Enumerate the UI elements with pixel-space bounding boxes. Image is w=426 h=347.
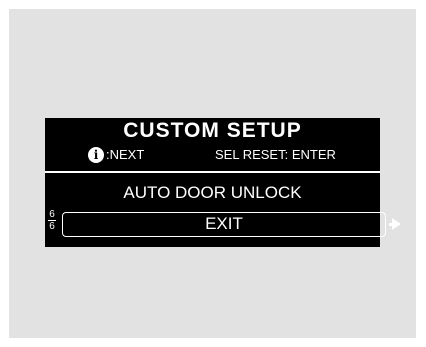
divider — [45, 171, 380, 173]
lcd-screen: CUSTOM SETUP i :NEXT SEL RESET: ENTER AU… — [45, 118, 401, 247]
menu-option-exit[interactable]: EXIT — [62, 212, 386, 237]
screen-title: CUSTOM SETUP — [123, 119, 302, 142]
menu-option-auto-door-unlock[interactable]: AUTO DOOR UNLOCK — [45, 182, 380, 204]
page-indicator: 6 6 — [47, 209, 57, 232]
arrow-right-icon — [392, 218, 401, 230]
display-frame: CUSTOM SETUP i :NEXT SEL RESET: ENTER AU… — [9, 9, 416, 338]
page-current: 6 — [49, 209, 55, 220]
info-hint-label: :NEXT — [106, 147, 145, 162]
info-hint-group: i :NEXT — [88, 145, 144, 165]
info-icon[interactable]: i — [88, 147, 104, 163]
reset-hint-label: SEL RESET: ENTER — [215, 147, 336, 162]
page-total: 6 — [49, 221, 55, 232]
hint-row: i :NEXT SEL RESET: ENTER — [45, 145, 380, 165]
